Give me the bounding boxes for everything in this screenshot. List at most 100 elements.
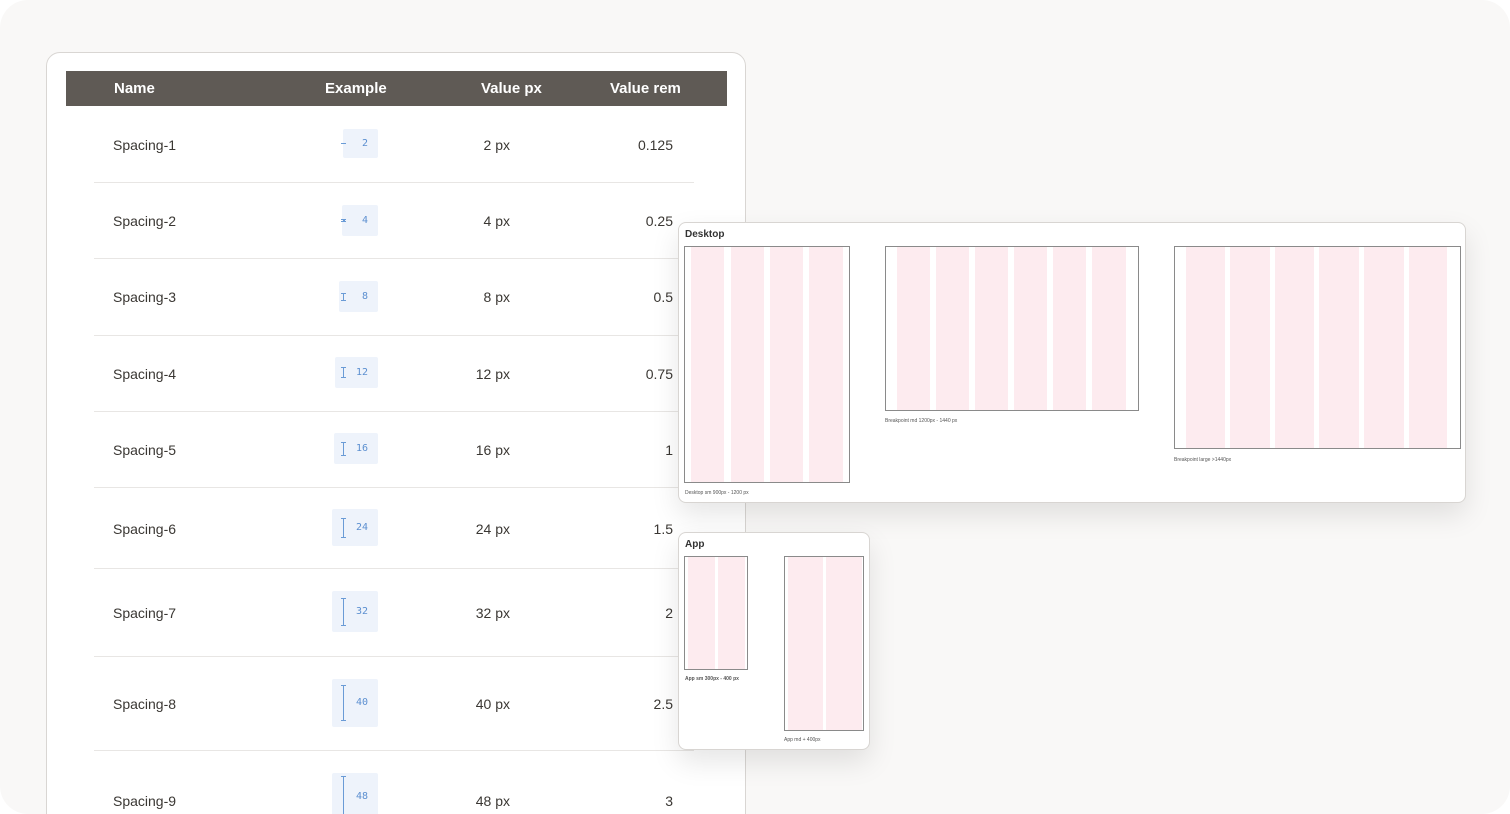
spacing-value-rem: 1 [665, 442, 673, 458]
spacing-name: Spacing-9 [113, 793, 177, 809]
desktop-panel: Desktop Desktop sm 900px - 1200 px Break… [678, 222, 1466, 503]
spacing-value-rem: 2.5 [653, 696, 673, 712]
spacing-example: 8 [339, 281, 378, 312]
spacing-value-px: 2 px [483, 137, 510, 153]
desktop-sm-caption: Desktop sm 900px - 1200 px [685, 490, 749, 496]
spacing-example: 16 [334, 433, 378, 464]
spacing-example-label: 48 [355, 791, 368, 802]
spacing-name: Spacing-4 [113, 366, 177, 382]
spacing-example: 48 [332, 773, 378, 814]
spacing-value-px: 4 px [483, 213, 510, 229]
grid-column [975, 247, 1008, 410]
spacing-value-px: 16 px [475, 442, 510, 458]
app-sm-grid [684, 556, 748, 670]
spacing-bar-icon [341, 143, 346, 144]
grid-column [731, 247, 764, 482]
spacing-example: 2 [341, 129, 378, 158]
spacing-bar-icon [341, 367, 346, 378]
grid-column [1364, 247, 1404, 448]
spacing-bar-icon [341, 442, 346, 456]
spacing-bar-icon [341, 598, 346, 626]
spacing-name: Spacing-3 [113, 289, 177, 305]
grid-column [718, 557, 745, 669]
spacing-example-label: 32 [355, 606, 368, 617]
spacing-value-rem: 0.75 [645, 366, 673, 382]
app-md-grid [784, 556, 864, 731]
grid-column [809, 247, 843, 482]
grid-column [1053, 247, 1086, 410]
table-header: Name Example Value px Value rem [66, 71, 727, 106]
spacing-value-px: 48 px [475, 793, 510, 809]
spacing-bar-icon [341, 219, 346, 222]
spacing-value-rem: 0.25 [645, 213, 673, 229]
grid-column [1409, 247, 1447, 448]
grid-column [1186, 247, 1225, 448]
spacing-value-px: 24 px [475, 521, 510, 537]
grid-column [691, 247, 724, 482]
spacing-example-label: 16 [355, 443, 368, 454]
spacing-bar-icon [341, 776, 346, 814]
row-divider [94, 656, 694, 657]
spacing-example-label: 24 [355, 522, 368, 533]
canvas: Name Example Value px Value rem Spacing-… [0, 0, 1510, 814]
desktop-lg-grid [1174, 246, 1461, 449]
spacing-value-px: 40 px [475, 696, 510, 712]
grid-column [1275, 247, 1314, 448]
app-panel: App App sm 300px - 400 px App md + 400px [678, 532, 870, 750]
spacing-value-rem: 1.5 [653, 521, 673, 537]
spacing-example: 12 [335, 357, 378, 388]
spacing-example: 4 [341, 205, 378, 236]
spacing-bar-icon [341, 518, 346, 538]
spacing-bar-icon [341, 293, 346, 301]
app-title: App [685, 539, 705, 550]
spacing-example: 32 [332, 591, 378, 632]
grid-column [1230, 247, 1270, 448]
spacing-name: Spacing-2 [113, 213, 177, 229]
grid-column [688, 557, 715, 669]
header-example: Example [325, 80, 387, 97]
row-divider [94, 411, 694, 412]
spacing-value-rem: 0.5 [653, 289, 673, 305]
spacing-example-label: 2 [361, 138, 368, 149]
grid-column [770, 247, 803, 482]
row-divider [94, 568, 694, 569]
header-value-px: Value px [481, 80, 542, 97]
grid-column [1014, 247, 1047, 410]
header-value-rem: Value rem [610, 80, 681, 97]
spacing-value-px: 32 px [475, 605, 510, 621]
desktop-sm-grid [684, 246, 850, 483]
spacing-name: Spacing-1 [113, 137, 177, 153]
app-sm-caption: App sm 300px - 400 px [685, 676, 739, 682]
desktop-lg-caption: Breakpoint large >1440px [1174, 457, 1232, 463]
spacing-example: 24 [332, 509, 378, 546]
spacing-example-label: 40 [355, 697, 368, 708]
row-divider [94, 258, 694, 259]
grid-column [788, 557, 823, 730]
spacing-name: Spacing-5 [113, 442, 177, 458]
app-md-caption: App md + 400px [784, 737, 821, 743]
spacing-name: Spacing-6 [113, 521, 177, 537]
desktop-md-grid [885, 246, 1139, 411]
spacing-example-label: 12 [355, 367, 368, 378]
grid-column [897, 247, 930, 410]
row-divider [94, 487, 694, 488]
spacing-example-label: 8 [361, 291, 368, 302]
header-name: Name [114, 80, 155, 97]
desktop-md-caption: Breakpoint md 1200px - 1440 px [885, 418, 958, 424]
grid-column [826, 557, 862, 730]
spacing-value-px: 8 px [483, 289, 510, 305]
spacing-bar-icon [341, 685, 346, 721]
spacing-example: 40 [332, 679, 378, 727]
spacing-value-px: 12 px [475, 366, 510, 382]
row-divider [94, 335, 694, 336]
spacing-value-rem: 0.125 [637, 137, 673, 153]
grid-column [1092, 247, 1126, 410]
spacing-example-label: 4 [361, 215, 368, 226]
desktop-title: Desktop [685, 229, 725, 240]
row-divider [94, 182, 694, 183]
grid-column [936, 247, 969, 410]
row-divider [94, 750, 694, 751]
spacing-value-rem: 2 [665, 605, 673, 621]
spacing-value-rem: 3 [665, 793, 673, 809]
spacing-name: Spacing-7 [113, 605, 177, 621]
